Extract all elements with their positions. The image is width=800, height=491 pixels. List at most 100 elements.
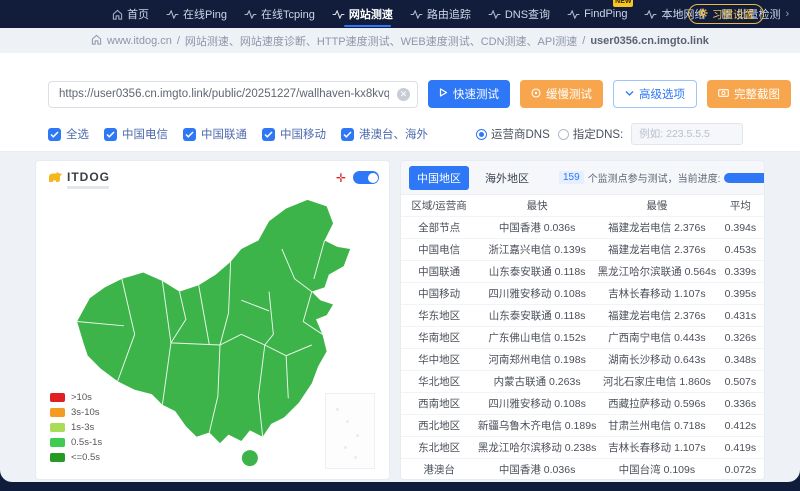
table-cell: 四川雅安移动 0.108s: [488, 398, 586, 410]
legend-label: <=0.5s: [71, 452, 101, 463]
nav-item-在线Tcping[interactable]: 在线Tcping: [244, 0, 315, 28]
table-cell: 0.431s: [724, 309, 757, 322]
nav-item-路由追踪[interactable]: 路由追踪: [410, 0, 471, 28]
table-cell: 西藏拉萨移动 0.596s: [608, 398, 706, 410]
nav-item-网站测速[interactable]: 网站测速: [332, 0, 393, 28]
nav-item-label: 在线Tcping: [261, 9, 315, 21]
table-row: 中国移动 四川雅安移动 0.108s 吉林长春移动 1.107s 0.395s: [401, 283, 764, 305]
breadcrumb-sep: /: [582, 34, 586, 47]
settings-button[interactable]: 习惯设置: [688, 4, 764, 24]
table-cell: 0.394s: [724, 221, 757, 234]
quick-test-button[interactable]: 快速测试: [428, 80, 510, 108]
clock-icon: [531, 87, 541, 101]
table-row: 华北地区 内蒙古联通 0.263s 河北石家庄电信 1.860s 0.507s: [401, 371, 764, 393]
table-cell: 全部节点: [418, 222, 461, 234]
monitor-info: 159 个监测点参与测试，当前进度: 100%: [559, 170, 764, 185]
map-tools: ✛: [336, 171, 379, 184]
checkbox-全选[interactable]: 全选: [48, 126, 89, 142]
table-cell: 吉林长春移动 1.107s: [608, 442, 706, 454]
nav-item-label: 在线Ping: [183, 9, 228, 21]
checkbox-港澳台、海外[interactable]: 港澳台、海外: [341, 126, 428, 142]
top-navigation: 首页 在线Ping 在线Tcping 网站测速 路由追踪 DNS查询 FindPing NEW…: [0, 0, 800, 28]
legend-swatch: [50, 438, 65, 447]
table-cell: 中国移动: [418, 288, 461, 300]
nav-item-在线Ping[interactable]: 在线Ping: [166, 0, 227, 28]
chevron-right-icon: ›: [785, 8, 790, 20]
table-cell: 西北地区: [418, 420, 461, 432]
radio-dot: [476, 128, 487, 140]
radio-dot: [557, 128, 569, 140]
legend-item: 0.5s-1s: [50, 437, 102, 448]
chevron-down-icon: [625, 88, 634, 100]
legend-swatch: [50, 393, 65, 402]
settings-label: 习惯设置: [712, 8, 754, 21]
legend-item: 3s-10s: [50, 407, 102, 418]
table-cell: 福建龙岩电信 2.376s: [608, 244, 706, 256]
result-table: 区域/运营商 最快 最慢 平均 全部节点 中国香港 0.036s 福建龙岩电信 2.376s…: [401, 195, 764, 479]
table-row: 华中地区 河南郑州电信 0.198s 湖南长沙移动 0.643s 0.348s: [401, 349, 764, 371]
breadcrumb: www.itdog.cn / 网站测速、网站速度诊断、HTTP速度测试、WEB速…: [0, 28, 800, 53]
table-row: 西北地区 新疆乌鲁木齐电信 0.189s 甘肃兰州电信 0.718s 0.412s: [401, 415, 764, 437]
slow-test-button[interactable]: 缓慢测试: [520, 80, 603, 108]
nav-item-首页[interactable]: 首页: [112, 0, 149, 28]
table-cell: 0.072s: [724, 463, 757, 476]
checkbox-中国移动[interactable]: 中国移动: [262, 126, 326, 142]
table-cell: 四川雅安移动 0.108s: [488, 288, 586, 300]
checkbox-中国联通[interactable]: 中国联通: [183, 126, 247, 142]
marker-icon[interactable]: ✛: [336, 172, 346, 184]
table-cell: 山东泰安联通 0.118s: [488, 266, 586, 278]
table-row: 西南地区 四川雅安移动 0.108s 西藏拉萨移动 0.596s 0.336s: [401, 393, 764, 415]
url-input[interactable]: [48, 80, 418, 108]
checkbox-checked-icon: [104, 127, 117, 141]
china-mainland-shape: [77, 199, 351, 444]
table-cell: 0.507s: [724, 375, 757, 388]
table-cell: 福建龙岩电信 2.376s: [608, 222, 706, 234]
tab-china-region[interactable]: 中国地区: [409, 165, 469, 190]
full-screenshot-button[interactable]: 完整截图: [707, 80, 791, 108]
breadcrumb-site[interactable]: www.itdog.cn: [107, 35, 172, 47]
dns-input[interactable]: [631, 123, 744, 145]
clear-input-icon[interactable]: ✕: [397, 87, 410, 101]
radio-carrier-dns-label: 运营商DNS: [491, 129, 550, 141]
legend-label: >10s: [71, 392, 92, 403]
radio-custom-dns[interactable]: 指定DNS:: [557, 126, 624, 142]
page-content: www.itdog.cn / 网站测速、网站速度诊断、HTTP速度测试、WEB速…: [0, 28, 800, 482]
table-cell: 河南郑州电信 0.198s: [488, 354, 586, 366]
legend-swatch: [50, 408, 65, 417]
table-cell: 0.412s: [724, 419, 757, 432]
table-row: 中国联通 山东泰安联通 0.118s 黑龙江哈尔滨联通 0.564s 0.339s: [401, 261, 764, 283]
advanced-options-button[interactable]: 高级选项: [613, 80, 697, 108]
checkbox-中国电信[interactable]: 中国电信: [104, 126, 168, 142]
table-cell: 吉林长春移动 1.107s: [608, 288, 706, 300]
nav-item-DNS查询[interactable]: DNS查询: [488, 0, 550, 28]
tab-overseas-region[interactable]: 海外地区: [477, 166, 537, 190]
nav-item-FindPing[interactable]: FindPing NEW: [567, 0, 634, 28]
south-sea-inset: [325, 393, 375, 469]
table-cell: 0.336s: [724, 397, 757, 410]
map-view-toggle[interactable]: [353, 171, 379, 184]
table-row: 全部节点 中国香港 0.036s 福建龙岩电信 2.376s 0.394s: [401, 217, 764, 239]
breadcrumb-page[interactable]: 网站测速、网站速度诊断、HTTP速度测试、WEB速度测试、CDN测速、API测速: [185, 33, 577, 49]
table-cell: 山东泰安联通 0.118s: [488, 310, 586, 322]
table-header-cell: 最慢: [646, 200, 668, 212]
nav-item-label: 路由追踪: [426, 9, 471, 21]
table-row: 港澳台 中国香港 0.036s 中国台湾 0.109s 0.072s: [401, 459, 764, 479]
table-cell: 华中地区: [418, 354, 461, 366]
activity-icon: [488, 9, 501, 19]
checkbox-checked-icon: [183, 127, 196, 141]
radio-custom-dns-label: 指定DNS:: [572, 129, 624, 141]
legend-item: <=0.5s: [50, 452, 102, 463]
table-row: 华东地区 山东泰安联通 0.118s 福建龙岩电信 2.376s 0.431s: [401, 305, 764, 327]
table-header-cell: 区域/运营商: [411, 200, 467, 212]
nav-item-label: DNS查询: [504, 9, 551, 21]
radio-carrier-dns[interactable]: 运营商DNS: [476, 126, 550, 142]
options-row: 全选 中国电信 中国联通 中国移动 港澳台、海外 运营商DNS 指定DNS:: [48, 123, 744, 145]
activity-icon: [244, 9, 257, 19]
progress-label: 100%: [724, 173, 764, 183]
activity-icon: [567, 9, 580, 19]
monitor-text: 个监测点参与测试，当前进度:: [587, 174, 721, 185]
table-cell: 福建龙岩电信 2.376s: [608, 310, 706, 322]
table-cell: 中国联通: [418, 266, 461, 278]
search-section: ✕ 快速测试 缓慢测试 高级选项 完整截图 全选 中国电信 中国联通 中国移动 港澳台、…: [0, 53, 800, 152]
progress-bar: 100%: [724, 172, 764, 183]
